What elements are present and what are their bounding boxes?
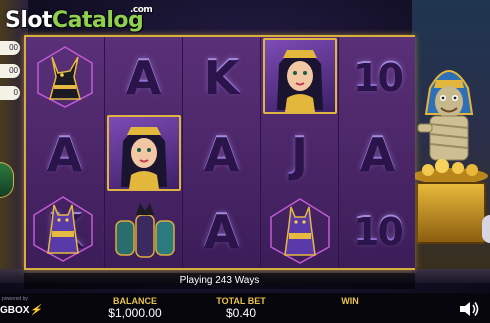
left-panel-chip[interactable]: 0 [0,86,20,100]
symbol-letter: J [261,114,338,191]
treasure-chest-icon [416,182,486,244]
ways-status-text: Playing 243 Ways [179,275,260,286]
vases-symbol-icon [105,191,182,268]
provider-tag: powered by [2,296,28,302]
side-menu-tab[interactable] [482,215,490,243]
cleopatra-symbol-icon [105,114,182,191]
watermark-domain: .com [130,5,153,15]
reel-2: A [104,37,181,268]
symbol-letter: K [183,37,260,114]
symbol-letter: A [183,191,260,268]
left-panel-chip[interactable]: 00 [0,41,20,55]
provider-logo-prefix: G [0,305,8,316]
cat-statue-symbol-icon [33,196,93,262]
symbol-number: 10 [339,37,416,114]
gold-coins-icon [412,159,488,184]
reel-3: K A A [182,37,259,268]
symbol-letter: A [26,114,103,191]
anubis-symbol-icon [26,37,103,114]
cat-statue-symbol-icon [261,191,338,268]
balance-label: BALANCE [113,296,157,306]
symbol-letter: A [183,114,260,191]
reel-5: 10 A 10 [338,37,415,268]
provider-logo: GBOX⚡ [0,305,42,316]
provider-logo-text: BOX [7,305,30,316]
balance-value: $1,000.00 [108,306,162,320]
total-bet-value[interactable]: $0.40 [206,306,276,320]
total-bet-label: TOTAL BET [216,296,266,306]
game-scene: 00 00 0 A A K A A J 10 A 10 Playing 243 … [0,0,490,323]
symbol-letter: A [105,37,182,114]
cleopatra-symbol-icon [261,37,338,114]
reel-4: J [260,37,337,268]
watermark-brand-main: Slot [5,8,53,33]
win-label: WIN [341,296,359,306]
speaker-icon[interactable] [458,300,480,318]
left-panel-chip[interactable]: 00 [0,64,20,78]
symbol-number: 10 [339,191,416,268]
slotcatalog-watermark: SlotCatalog .com [5,5,153,33]
symbol-letter: A [339,114,416,191]
